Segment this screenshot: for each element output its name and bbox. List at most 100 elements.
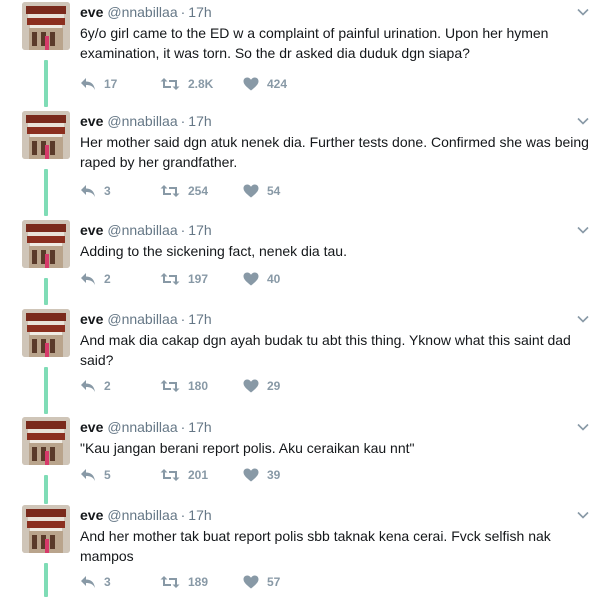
tweet-header: eve @nnabillaa · 17h (80, 220, 212, 240)
avatar[interactable] (22, 505, 70, 553)
tweet[interactable]: eve @nnabillaa · 17h And mak dia cakap dgn … (0, 309, 609, 414)
display-name[interactable]: eve (80, 4, 103, 20)
reply-count: 3 (104, 184, 111, 198)
chevron-down-icon[interactable] (577, 6, 589, 18)
display-name[interactable]: eve (80, 311, 103, 327)
user-handle[interactable]: @nnabillaa (107, 113, 177, 129)
heart-icon (243, 184, 259, 198)
thread-line (44, 475, 48, 504)
reply-icon (81, 576, 95, 588)
chevron-down-icon[interactable] (577, 115, 589, 127)
timestamp[interactable]: 17h (188, 311, 211, 327)
thread-line (44, 278, 48, 305)
timestamp[interactable]: 17h (188, 4, 211, 20)
chevron-down-icon[interactable] (577, 224, 589, 236)
retweet-button[interactable]: 254 (160, 181, 208, 201)
timestamp[interactable]: 17h (188, 113, 211, 129)
thread-line (44, 367, 48, 414)
timestamp[interactable]: 17h (188, 507, 211, 523)
user-handle[interactable]: @nnabillaa (107, 507, 177, 523)
like-button[interactable]: 39 (243, 465, 280, 485)
tweet-text: Adding to the sickening fact, nenek dia … (80, 243, 347, 259)
separator-dot: · (180, 113, 186, 129)
tweet-text: "Kau jangan berani report polis. Aku cer… (80, 440, 415, 456)
retweet-icon (160, 469, 180, 481)
reply-icon (81, 469, 95, 481)
reply-count: 5 (104, 468, 111, 482)
like-count: 40 (267, 272, 281, 286)
display-name[interactable]: eve (80, 222, 103, 238)
tweet[interactable]: eve @nnabillaa · 17h Her mother said dgn at… (0, 111, 609, 216)
user-handle[interactable]: @nnabillaa (107, 419, 177, 435)
reply-icon (81, 380, 95, 392)
tweet[interactable]: eve @nnabillaa · 17h Adding to the sickenin… (0, 220, 609, 305)
reply-count: 2 (104, 379, 111, 393)
heart-icon (243, 468, 259, 482)
reply-icon (81, 78, 95, 90)
tweet-header: eve @nnabillaa · 17h (80, 505, 212, 525)
retweet-icon (160, 78, 180, 90)
display-name[interactable]: eve (80, 419, 103, 435)
reply-button[interactable]: 2 (80, 376, 111, 396)
tweet-header: eve @nnabillaa · 17h (80, 111, 212, 131)
tweet-text: And her mother tak buat report polis sbb… (80, 528, 551, 564)
like-button[interactable]: 54 (243, 181, 280, 201)
reply-button[interactable]: 3 (80, 181, 111, 201)
heart-icon (243, 77, 259, 91)
heart-icon (243, 575, 259, 589)
chevron-down-icon[interactable] (577, 313, 589, 325)
like-button[interactable]: 424 (243, 74, 287, 94)
tweet-header: eve @nnabillaa · 17h (80, 417, 212, 437)
heart-icon (243, 272, 259, 286)
chevron-down-icon[interactable] (577, 421, 589, 433)
avatar[interactable] (22, 2, 70, 50)
retweet-button[interactable]: 180 (160, 376, 208, 396)
reply-button[interactable]: 3 (80, 572, 111, 592)
separator-dot: · (180, 4, 186, 20)
reply-count: 17 (104, 77, 118, 91)
retweet-icon (160, 273, 180, 285)
retweet-button[interactable]: 2.8K (160, 74, 213, 94)
avatar[interactable] (22, 309, 70, 357)
user-handle[interactable]: @nnabillaa (107, 311, 177, 327)
reply-button[interactable]: 2 (80, 269, 111, 289)
avatar[interactable] (22, 417, 70, 465)
retweet-button[interactable]: 201 (160, 465, 208, 485)
timestamp[interactable]: 17h (188, 222, 211, 238)
display-name[interactable]: eve (80, 113, 103, 129)
tweet-text: 6y/o girl came to the ED w a complaint o… (80, 25, 549, 61)
timestamp[interactable]: 17h (188, 419, 211, 435)
thread-line (44, 563, 48, 597)
retweet-icon (160, 380, 180, 392)
separator-dot: · (180, 311, 186, 327)
tweet[interactable]: eve @nnabillaa · 17h 6y/o girl came to the … (0, 2, 609, 107)
retweet-icon (160, 185, 180, 197)
tweet[interactable]: eve @nnabillaa · 17h "Kau jangan berani rep… (0, 417, 609, 504)
chevron-down-icon[interactable] (577, 509, 589, 521)
reply-button[interactable]: 5 (80, 465, 111, 485)
retweet-count: 180 (188, 379, 209, 393)
like-count: 424 (267, 77, 288, 91)
display-name[interactable]: eve (80, 507, 103, 523)
user-handle[interactable]: @nnabillaa (107, 4, 177, 20)
avatar[interactable] (22, 220, 70, 268)
retweet-count: 201 (188, 468, 209, 482)
tweet-header: eve @nnabillaa · 17h (80, 2, 212, 22)
tweet[interactable]: eve @nnabillaa · 17h And her mother tak bua… (0, 505, 609, 597)
separator-dot: · (180, 419, 186, 435)
retweet-button[interactable]: 197 (160, 269, 208, 289)
thread-line (44, 169, 48, 216)
retweet-count: 2.8K (188, 77, 214, 91)
retweet-button[interactable]: 189 (160, 572, 208, 592)
like-count: 57 (267, 575, 281, 589)
like-button[interactable]: 40 (243, 269, 280, 289)
reply-button[interactable]: 17 (80, 74, 117, 94)
tweet-text: Her mother said dgn atuk nenek dia. Furt… (80, 134, 589, 170)
retweet-count: 197 (188, 272, 209, 286)
user-handle[interactable]: @nnabillaa (107, 222, 177, 238)
like-count: 29 (267, 379, 281, 393)
like-count: 39 (267, 468, 281, 482)
like-button[interactable]: 57 (243, 572, 280, 592)
like-button[interactable]: 29 (243, 376, 280, 396)
avatar[interactable] (22, 111, 70, 159)
